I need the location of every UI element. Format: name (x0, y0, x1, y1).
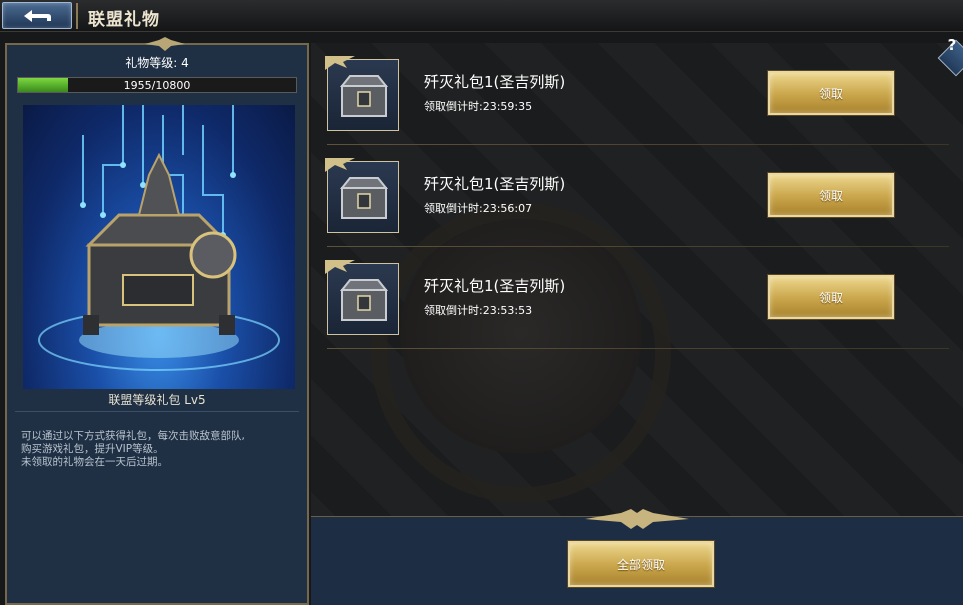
chest-caption: 联盟等级礼包 Lv5 (108, 393, 206, 407)
eagle-ornament-icon (145, 37, 185, 51)
back-arrow-icon (24, 9, 51, 22)
divider (15, 411, 299, 412)
claim-button[interactable]: 领取 (768, 71, 894, 115)
eagle-ornament-icon (585, 509, 689, 529)
title-separator (76, 3, 78, 29)
eagle-corner-icon (325, 56, 355, 70)
page-title: 联盟礼物 (88, 10, 160, 30)
background-gear-decoration (371, 203, 671, 503)
gift-countdown: 领取倒计时:23:53:53 (424, 304, 533, 317)
chest-illustration-icon (38, 105, 280, 371)
row-divider (327, 246, 949, 247)
gift-level-progress-bar: 1955/10800 (17, 77, 297, 93)
alliance-chest-image (23, 105, 295, 389)
eagle-corner-icon (325, 260, 355, 274)
gift-name: 歼灭礼包1(圣吉列斯) (424, 175, 566, 193)
gift-countdown: 领取倒计时:23:59:35 (424, 100, 533, 113)
gift-name: 歼灭礼包1(圣吉列斯) (424, 277, 566, 295)
claim-button[interactable]: 领取 (768, 275, 894, 319)
gift-chest-icon (325, 56, 399, 131)
help-icon[interactable]: ? (939, 36, 963, 54)
gift-name: 歼灭礼包1(圣吉列斯) (424, 73, 566, 91)
gift-level-panel: 礼物等级: 4 1955/10800 联盟等级礼包 Lv5 可以通过以下方式获得… (5, 37, 309, 605)
eagle-corner-icon (325, 158, 355, 172)
gift-level-label: 礼物等级: 4 (125, 56, 189, 70)
gift-countdown: 领取倒计时:23:56:07 (424, 202, 533, 215)
row-divider (327, 348, 949, 349)
top-bar: 联盟礼物 (0, 0, 963, 32)
description-line: 购买游戏礼包，提升VIP等级。 (21, 443, 164, 455)
gift-row: 歼灭礼包1(圣吉列斯) 领取倒计时:23:53:53 领取 (325, 249, 949, 349)
progress-text: 1955/10800 (123, 79, 191, 92)
description-line: 未领取的礼物会在一天后过期。 (21, 456, 168, 468)
description-line: 可以通过以下方式获得礼包，每次击败敌意部队, (21, 430, 245, 442)
gift-description: 可以通过以下方式获得礼包，每次击败敌意部队, 购买游戏礼包，提升VIP等级。 未… (21, 430, 301, 469)
claim-all-button[interactable]: 全部领取 (568, 541, 714, 587)
gift-chest-icon (325, 158, 399, 233)
claim-button[interactable]: 领取 (768, 173, 894, 217)
row-divider (327, 144, 949, 145)
gift-row: 歼灭礼包1(圣吉列斯) 领取倒计时:23:59:35 领取 (325, 45, 949, 145)
gift-chest-icon (325, 260, 399, 335)
gift-row: 歼灭礼包1(圣吉列斯) 领取倒计时:23:56:07 领取 (325, 147, 949, 247)
back-button[interactable] (2, 2, 72, 29)
bottom-bar: 全部领取 (311, 509, 963, 605)
